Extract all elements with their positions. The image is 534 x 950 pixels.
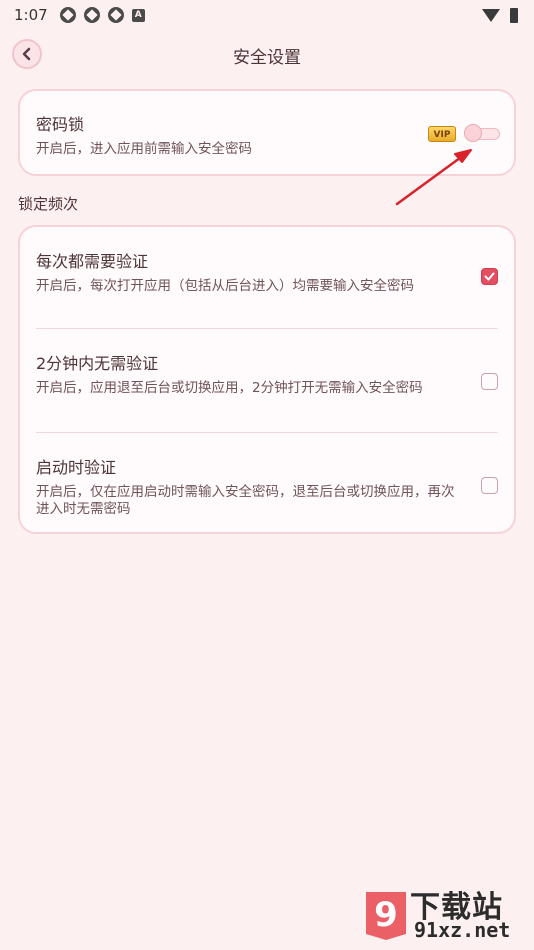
freq-option-every-time[interactable]: 每次都需要验证 开启后，每次打开应用（包括从后台进入）均需要输入安全密码 [20, 227, 514, 329]
a-icon: A [131, 8, 145, 22]
battery-icon [510, 7, 518, 23]
watermark-url: 91xz.net [414, 918, 511, 942]
freq-option-two-minutes[interactable]: 2分钟内无需验证 开启后，应用退至后台或切换应用，2分钟打开无需输入安全密码 [20, 329, 514, 433]
status-right [482, 7, 518, 23]
status-bar: 1:07 A [0, 0, 534, 30]
checkmark-icon [484, 272, 495, 281]
header: 安全设置 [0, 34, 534, 74]
notification-icon [107, 7, 124, 23]
freq-option-description: 开启后，每次打开应用（包括从后台进入）均需要输入安全密码 [36, 278, 414, 294]
checkbox-on-launch[interactable] [481, 477, 498, 494]
lock-frequency-card: 每次都需要验证 开启后，每次打开应用（包括从后台进入）均需要输入安全密码 2分钟… [18, 225, 516, 534]
page-title: 安全设置 [233, 48, 301, 68]
watermark-logo-icon: 9 [366, 892, 406, 940]
status-left: 1:07 A [14, 6, 145, 24]
password-lock-toggle[interactable] [464, 124, 500, 142]
svg-text:9: 9 [374, 895, 398, 935]
status-time: 1:07 [14, 6, 48, 24]
freq-option-on-launch[interactable]: 启动时验证 开启后，仅在应用启动时需输入安全密码，退至后台或切换应用，再次进入时… [20, 433, 514, 537]
vip-badge: VIP [428, 126, 456, 142]
freq-option-description: 开启后，应用退至后台或切换应用，2分钟打开无需输入安全密码 [36, 380, 423, 396]
password-lock-row: 密码锁 开启后，进入应用前需输入安全密码 [20, 91, 514, 158]
password-lock-description: 开启后，进入应用前需输入安全密码 [36, 141, 252, 157]
freq-option-title: 2分钟内无需验证 [36, 354, 159, 373]
notification-icon [83, 7, 100, 23]
wifi-icon [482, 8, 500, 22]
checkbox-every-time[interactable] [481, 268, 498, 285]
checkbox-two-minutes[interactable] [481, 373, 498, 390]
freq-option-description: 开启后，仅在应用启动时需输入安全密码，退至后台或切换应用，再次进入时无需密码 [36, 484, 455, 517]
section-label-lock-frequency: 锁定频次 [18, 195, 79, 213]
freq-option-title: 每次都需要验证 [36, 252, 149, 271]
notification-icon [59, 7, 76, 23]
password-lock-card: 密码锁 开启后，进入应用前需输入安全密码 VIP [18, 89, 516, 176]
freq-option-title: 启动时验证 [36, 458, 117, 477]
watermark: 9 下载站 91xz.net [360, 882, 530, 946]
toggle-knob [464, 124, 482, 142]
